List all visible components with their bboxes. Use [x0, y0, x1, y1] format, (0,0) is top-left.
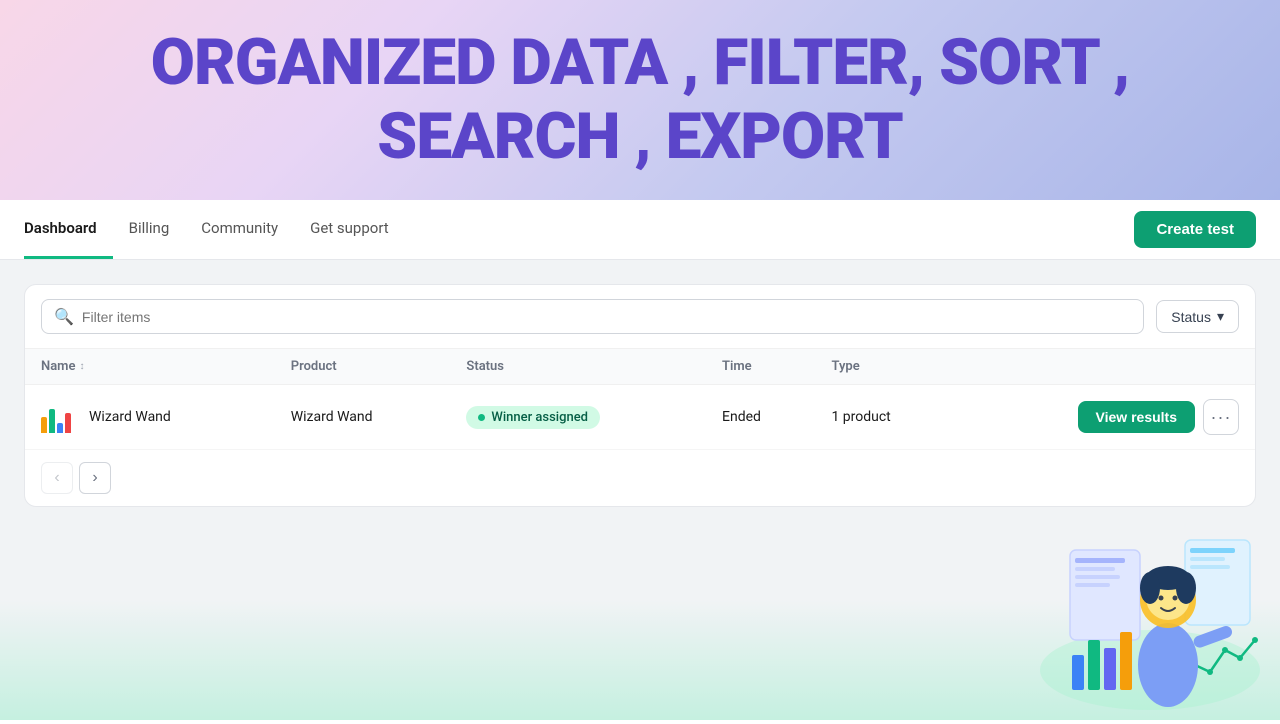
data-table: Name ↕ Product Status Time Type: [25, 349, 1255, 450]
filter-bar: 🔍 Status ▾: [25, 285, 1255, 349]
tab-dashboard[interactable]: Dashboard: [24, 200, 113, 259]
ellipsis-icon: ···: [1211, 407, 1232, 428]
status-badge: Winner assigned: [466, 406, 600, 429]
col-header-name: Name ↕: [25, 349, 275, 385]
col-header-status: Status: [450, 349, 706, 385]
chevron-left-icon: ‹: [54, 469, 59, 487]
tab-billing[interactable]: Billing: [113, 200, 186, 259]
pagination: ‹ ›: [25, 450, 1255, 506]
next-page-button[interactable]: ›: [79, 462, 111, 494]
create-test-button[interactable]: Create test: [1134, 211, 1256, 248]
tab-community[interactable]: Community: [185, 200, 294, 259]
hero-title: ORGANIZED DATA , FILTER, SORT , SEARCH ,…: [151, 26, 1129, 173]
status-dot: [478, 414, 485, 421]
view-results-button[interactable]: View results: [1078, 401, 1195, 433]
nav-tabs: Dashboard Billing Community Get support: [24, 200, 405, 259]
prev-page-button[interactable]: ‹: [41, 462, 73, 494]
more-options-button[interactable]: ···: [1203, 399, 1239, 435]
chevron-right-icon: ›: [92, 469, 97, 487]
cell-name: Wizard Wand: [25, 385, 275, 450]
bar-chart-icon: [41, 401, 77, 433]
hero-banner: ORGANIZED DATA , FILTER, SORT , SEARCH ,…: [0, 0, 1280, 200]
search-icon: 🔍: [54, 307, 74, 326]
table-row: Wizard Wand Wizard Wand Winner assigned …: [25, 385, 1255, 450]
cell-product: Wizard Wand: [275, 385, 451, 450]
tab-get-support[interactable]: Get support: [294, 200, 405, 259]
col-header-actions: [956, 349, 1255, 385]
sort-icon[interactable]: ↕: [79, 361, 84, 372]
table-card: 🔍 Status ▾ Name ↕ Prod: [24, 284, 1256, 507]
navbar: Dashboard Billing Community Get support …: [0, 200, 1280, 260]
search-wrap: 🔍: [41, 299, 1144, 334]
cell-actions: View results ···: [956, 385, 1255, 450]
cell-time: Ended: [706, 385, 815, 450]
main-content: Dashboard Billing Community Get support …: [0, 200, 1280, 720]
chevron-down-icon: ▾: [1217, 308, 1224, 325]
cell-status: Winner assigned: [450, 385, 706, 450]
status-filter-button[interactable]: Status ▾: [1156, 300, 1239, 333]
cell-type: 1 product: [815, 385, 956, 450]
col-header-type: Type: [815, 349, 956, 385]
bottom-gradient-band: [0, 600, 1280, 720]
col-header-time: Time: [706, 349, 815, 385]
table-header-row: Name ↕ Product Status Time Type: [25, 349, 1255, 385]
col-header-product: Product: [275, 349, 451, 385]
search-input[interactable]: [82, 309, 1131, 325]
